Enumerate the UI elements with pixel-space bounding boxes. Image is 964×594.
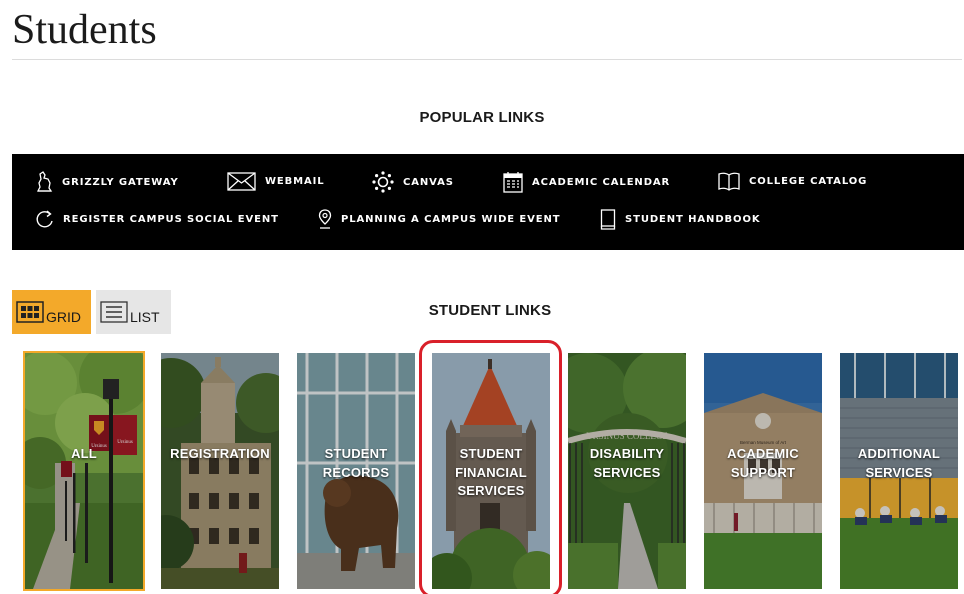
tile-academic-support[interactable]: Berman Museum of Art ACADEMIC SUPPORT	[704, 353, 822, 589]
popular-link-label: COLLEGE CATALOG	[749, 176, 868, 187]
tile-label-student-financial-services: STUDENT FINANCIAL SERVICES	[455, 446, 527, 498]
popular-link-grizzly-gateway[interactable]: GRIZZLY GATEWAY	[35, 171, 179, 193]
map-pin-icon	[318, 209, 332, 229]
envelope-icon	[227, 172, 256, 191]
popular-link-canvas[interactable]: CANVAS	[372, 171, 454, 193]
open-book-icon	[718, 172, 740, 191]
student-links-heading: STUDENT LINKS	[428, 302, 552, 319]
tile-student-financial-services[interactable]: STUDENT FINANCIAL SERVICES	[432, 353, 550, 589]
popular-link-label: REGISTER CAMPUS SOCIAL EVENT	[63, 213, 279, 225]
tile-all[interactable]: Ursinus Ursinus ALL	[23, 351, 145, 591]
popular-link-planning-campus-wide-event[interactable]: PLANNING A CAMPUS WIDE EVENT	[318, 209, 561, 230]
tile-label-student-records: STUDENT RECORDS	[322, 446, 390, 480]
tile-label-all: ALL	[71, 446, 97, 461]
tile-registration[interactable]: REGISTRATION	[161, 353, 279, 589]
grid-view-button[interactable]: GRID	[12, 290, 91, 334]
tile-label-registration: REGISTRATION	[170, 446, 270, 461]
popular-link-label: CANVAS	[403, 176, 454, 188]
popular-link-label: GRIZZLY GATEWAY	[62, 176, 179, 188]
refresh-icon	[36, 210, 53, 228]
tile-additional-services[interactable]: ADDITIONAL SERVICES	[840, 353, 958, 589]
popular-link-label: WEBMAIL	[265, 176, 325, 187]
bear-icon	[36, 171, 53, 192]
popular-link-label: STUDENT HANDBOOK	[625, 214, 761, 225]
title-divider	[12, 59, 962, 60]
popular-link-label: PLANNING A CAMPUS WIDE EVENT	[341, 214, 561, 225]
tile-disability-services[interactable]: URSINUS COLLEGE DISABILITY SERVICES	[568, 353, 686, 589]
tile-label-additional-services: ADDITIONAL SERVICES	[857, 446, 941, 480]
popular-link-register-campus-social-event[interactable]: REGISTER CAMPUS SOCIAL EVENT	[35, 209, 279, 229]
tile-student-records[interactable]: STUDENT RECORDS	[297, 353, 415, 589]
popular-links-heading: POPULAR LINKS	[419, 109, 545, 126]
grid-view-label: GRID	[46, 309, 81, 325]
popular-link-academic-calendar[interactable]: ACADEMIC CALENDAR	[503, 171, 670, 193]
popular-link-label: ACADEMIC CALENDAR	[532, 176, 671, 188]
canvas-icon	[372, 171, 394, 193]
book-icon	[600, 209, 616, 230]
popular-link-student-handbook[interactable]: STUDENT HANDBOOK	[600, 209, 761, 230]
tile-overlay	[25, 353, 143, 589]
popular-link-college-catalog[interactable]: COLLEGE CATALOG	[718, 172, 867, 191]
page-title: Students	[12, 7, 157, 53]
popular-links-bar: GRIZZLY GATEWAY WEBMAIL CANVAS ACADEMIC …	[12, 154, 964, 250]
grid-icon	[16, 301, 44, 323]
tile-label-academic-support: ACADEMIC SUPPORT	[727, 446, 799, 480]
tile-overlay	[161, 353, 279, 589]
tile-label-disability-services: DISABILITY SERVICES	[589, 446, 665, 480]
calendar-icon	[503, 172, 523, 193]
popular-link-webmail[interactable]: WEBMAIL	[227, 172, 325, 191]
